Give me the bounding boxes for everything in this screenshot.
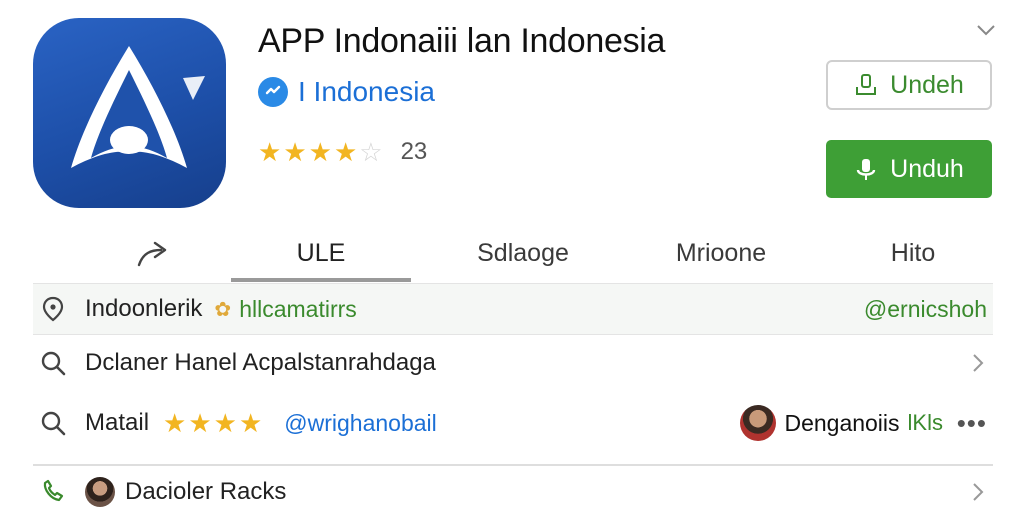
share-button[interactable]	[113, 226, 193, 281]
star-half-icon: ★	[333, 137, 358, 167]
more-options-icon[interactable]: •••	[957, 408, 987, 439]
tab-mrioone[interactable]: Mrioone	[621, 226, 821, 281]
download-button[interactable]: Unduh	[826, 140, 992, 198]
location-title: Indoonlerik	[85, 295, 203, 322]
search-icon	[41, 351, 66, 376]
contact-name: Dacioler Racks	[125, 478, 287, 505]
location-handle[interactable]: @ernicshoh	[864, 296, 987, 323]
share-icon	[137, 241, 167, 266]
star-icon: ★	[283, 137, 307, 167]
paw-icon: ✿	[214, 298, 232, 321]
download-label: Unduh	[890, 154, 964, 183]
search-result-row[interactable]: Matail ★ ★ ★ ★ @wrighanobail Denganoiis …	[33, 395, 993, 451]
verified-badge-icon	[258, 77, 288, 107]
location-pin-icon	[42, 296, 64, 322]
tab-sdlaoge[interactable]: Sdlaoge	[433, 226, 613, 281]
rocket-app-icon	[71, 46, 205, 168]
search-icon	[41, 411, 66, 436]
result-link[interactable]: @wrighanobail	[284, 410, 437, 437]
rating-stars: ★ ★ ★ ★ ☆	[258, 139, 383, 165]
search-suggestion-text: Dclaner Hanel Acpalstanrahdaga	[85, 349, 436, 376]
phone-icon	[43, 479, 64, 502]
search-suggestion-row[interactable]: Dclaner Hanel Acpalstanrahdaga	[33, 338, 993, 388]
app-icon	[33, 18, 226, 208]
location-row[interactable]: Indoonlerik ✿ hllcamatirrs @ernicshoh	[33, 283, 993, 335]
tab-bar: ULE Sdlaoge Mrioone Hito	[33, 226, 993, 284]
chevron-right-icon	[973, 354, 984, 372]
result-title: Matail	[85, 409, 150, 436]
user-name: Denganoiis	[784, 409, 900, 436]
publisher[interactable]: I Indonesia	[258, 76, 435, 108]
publisher-name[interactable]: I Indonesia	[298, 76, 435, 108]
chevron-down-icon[interactable]	[974, 18, 998, 42]
star-empty-icon: ☆	[359, 137, 383, 167]
star-icon: ★	[308, 137, 332, 167]
star-icon: ★	[238, 408, 263, 438]
tab-ule[interactable]: ULE	[231, 226, 411, 281]
active-tab-indicator	[231, 278, 411, 282]
avatar	[85, 477, 115, 507]
result-stars: ★ ★ ★ ★	[163, 410, 262, 436]
user-block[interactable]: Denganoiis lKls	[740, 405, 943, 441]
secondary-download-button[interactable]: Undeh	[826, 60, 992, 110]
tab-hito[interactable]: Hito	[853, 226, 973, 281]
star-icon: ★	[188, 408, 212, 438]
app-title: APP Indonaiii lan Indonesia	[258, 22, 666, 60]
chevron-right-icon	[973, 483, 984, 501]
location-tag: hllcamatirrs	[239, 295, 357, 322]
rating-row: ★ ★ ★ ★ ☆ 23	[258, 138, 427, 166]
star-icon: ★	[213, 408, 237, 438]
divider	[33, 464, 993, 466]
star-icon: ★	[163, 408, 187, 438]
download-icon	[856, 159, 876, 180]
user-suffix: lKls	[907, 410, 943, 435]
avatar	[740, 405, 777, 441]
download-icon	[856, 74, 877, 95]
secondary-download-label: Undeh	[890, 70, 964, 99]
rating-count: 23	[400, 138, 428, 165]
star-icon: ★	[258, 137, 282, 167]
contact-row[interactable]: Dacioler Racks	[33, 472, 993, 512]
